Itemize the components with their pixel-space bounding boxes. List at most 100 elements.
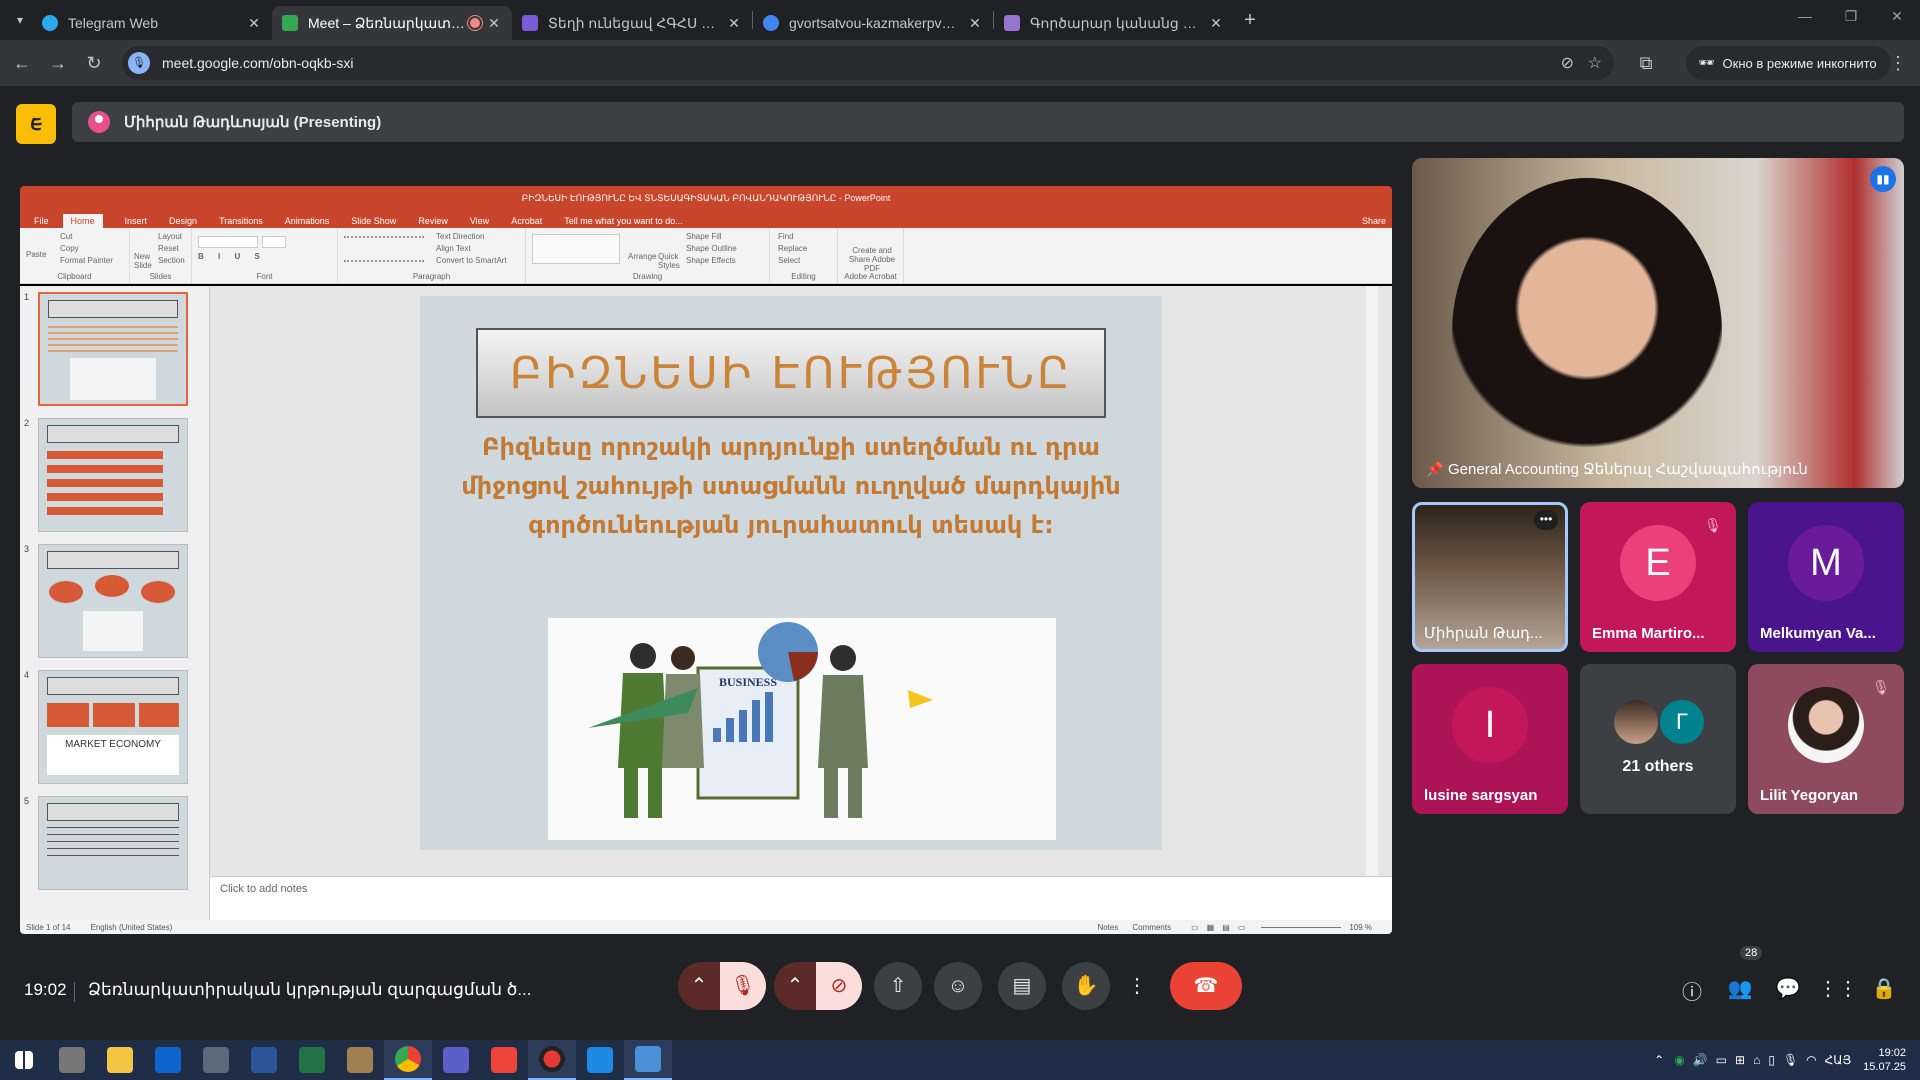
activities-icon[interactable]: ⋮⋮ — [1818, 976, 1858, 1001]
more-options-icon[interactable]: ••• — [1534, 510, 1558, 530]
taskbar-app[interactable] — [96, 1040, 144, 1080]
wifi-icon[interactable]: ◠ — [1806, 1053, 1816, 1067]
paragraph-align-buttons[interactable] — [344, 236, 424, 262]
tray-app-icon[interactable]: ⊞ — [1735, 1053, 1745, 1067]
new-slide-button[interactable]: New Slide — [134, 252, 154, 270]
pp-menu-animations[interactable]: Animations — [285, 216, 330, 226]
shapes-gallery[interactable] — [532, 234, 620, 264]
taskbar-app[interactable] — [192, 1040, 240, 1080]
pp-menu-view[interactable]: View — [470, 216, 489, 226]
zoom-slider[interactable] — [1261, 926, 1342, 928]
eye-off-icon[interactable]: ⊘ — [1561, 53, 1574, 73]
slide-thumbnail[interactable] — [38, 544, 188, 658]
pp-share-button[interactable]: Share — [1362, 216, 1386, 226]
tab-article[interactable]: Տեղի ունեցավ ՀԳՀՍ Խորհրդ ✕ — [512, 6, 752, 40]
close-tab-icon[interactable]: ✕ — [246, 15, 262, 32]
tab-docs[interactable]: gvortsatvou-kazmakerpvouthy ✕ — [753, 6, 993, 40]
zoom-level[interactable]: 109 % — [1349, 923, 1372, 932]
notes-toggle[interactable]: Notes — [1097, 923, 1118, 932]
quick-styles-button[interactable]: Quick Styles — [658, 252, 680, 270]
captions-button[interactable]: ▤ — [998, 962, 1046, 1010]
language-indicator[interactable]: ՀԱՅ — [1825, 1053, 1852, 1067]
incognito-indicator[interactable]: 🕶 Окно в режиме инкогнито — [1686, 46, 1891, 80]
close-tab-icon[interactable]: ✕ — [1208, 15, 1224, 32]
arrange-button[interactable]: Arrange — [628, 252, 656, 261]
copy-button[interactable]: Copy — [60, 244, 79, 253]
pp-menu-home[interactable]: Home — [62, 214, 103, 228]
taskbar-app[interactable] — [384, 1040, 432, 1080]
battery-icon[interactable]: ▯ — [1768, 1053, 1775, 1067]
pp-menu-slideshow[interactable]: Slide Show — [351, 216, 396, 226]
participant-tile[interactable]: I lusine sargsyan — [1412, 664, 1568, 814]
font-size-box[interactable] — [262, 236, 286, 248]
pp-tell-me[interactable]: Tell me what you want to do... — [564, 216, 683, 226]
notes-pane[interactable]: Click to add notes — [210, 876, 1392, 920]
people-icon[interactable]: 👥 — [1722, 976, 1758, 1001]
taskbar-app[interactable] — [480, 1040, 528, 1080]
pp-menu-insert[interactable]: Insert — [125, 216, 148, 226]
video-options-button[interactable]: ⌃ — [774, 962, 816, 1010]
new-tab-button[interactable]: + — [1234, 9, 1266, 32]
section-button[interactable]: Section — [158, 256, 185, 265]
others-tile[interactable]: Г 21 others — [1580, 664, 1736, 814]
mic-tray-icon[interactable]: 🎙 — [1783, 1053, 1798, 1067]
tray-overflow-icon[interactable]: ⌃ — [1654, 1053, 1664, 1067]
text-direction-button[interactable]: Text Direction — [436, 232, 484, 241]
tray-app-icon[interactable]: ◉ — [1674, 1053, 1684, 1067]
slide-edit-area[interactable]: ԲԻԶՆԵՍԻ ԷՈՒԹՅՈՒՆԸ Բիզնեսը որոշակի արդյու… — [220, 286, 1378, 892]
close-window-icon[interactable]: ✕ — [1874, 8, 1920, 25]
tab-meet[interactable]: Meet – Ձեռնարկատիրակ ✕ — [272, 6, 512, 40]
shape-effects-button[interactable]: Shape Effects — [686, 256, 736, 265]
network-icon[interactable]: ▭ — [1716, 1053, 1727, 1067]
pinned-participant-tile[interactable]: ▮▮ 📌 General Accounting Ջեներալ Հաշվապահ… — [1412, 158, 1904, 488]
bookmark-star-icon[interactable]: ☆ — [1588, 53, 1602, 73]
format-painter-button[interactable]: Format Painter — [60, 256, 113, 265]
host-controls-icon[interactable]: 🔒 — [1866, 976, 1902, 1001]
slide-thumbnail[interactable] — [38, 418, 188, 532]
meet-logo-icon[interactable]: ᰀ — [16, 104, 56, 144]
participant-tile[interactable]: 🎙 E Emma Martiro... — [1580, 502, 1736, 652]
taskbar-app[interactable] — [48, 1040, 96, 1080]
mic-off-button[interactable]: 🎙 — [720, 962, 766, 1010]
taskbar-app[interactable] — [144, 1040, 192, 1080]
taskbar-app[interactable] — [336, 1040, 384, 1080]
taskbar-app[interactable] — [528, 1040, 576, 1080]
shape-outline-button[interactable]: Shape Outline — [686, 244, 737, 253]
menu-dots-icon[interactable]: ⋮ — [1880, 53, 1916, 74]
tab-telegram[interactable]: Telegram Web ✕ — [32, 6, 272, 40]
cut-button[interactable]: Cut — [60, 232, 72, 241]
pp-menu-acrobat[interactable]: Acrobat — [511, 216, 542, 226]
pp-menu-design[interactable]: Design — [169, 216, 197, 226]
tab-club[interactable]: Գործարար կանանց ակումբ ✕ — [994, 6, 1234, 40]
language-status[interactable]: English (United States) — [90, 923, 172, 932]
find-button[interactable]: Find — [778, 232, 794, 241]
restore-icon[interactable]: ❐ — [1828, 8, 1874, 25]
pp-menu-file[interactable]: File — [34, 216, 49, 226]
minimize-icon[interactable]: — — [1782, 8, 1828, 25]
address-field[interactable]: 🎙 meet.google.com/obn-oqkb-sxi ⊘ ☆ — [122, 46, 1614, 80]
close-tab-icon[interactable]: ✕ — [967, 15, 983, 32]
comments-toggle[interactable]: Comments — [1132, 923, 1171, 932]
present-screen-button[interactable]: ⇧ — [874, 962, 922, 1010]
slide-thumbnail[interactable] — [38, 292, 188, 406]
font-name-box[interactable] — [198, 236, 258, 248]
audio-options-button[interactable]: ⌃ — [678, 962, 720, 1010]
site-info-icon[interactable]: 🎙 — [128, 52, 150, 74]
slide-thumbnail[interactable] — [38, 796, 188, 890]
meeting-info-icon[interactable]: ⓘ — [1674, 976, 1710, 1005]
pp-menu-transitions[interactable]: Transitions — [219, 216, 263, 226]
participant-tile[interactable]: M Melkumyan Va... — [1748, 502, 1904, 652]
close-tab-icon[interactable]: ✕ — [726, 15, 742, 32]
replace-button[interactable]: Replace — [778, 244, 807, 253]
taskbar-app[interactable] — [432, 1040, 480, 1080]
slide-thumbnail[interactable]: MARKET ECONOMY — [38, 670, 188, 784]
paste-button[interactable]: Paste — [26, 250, 46, 259]
convert-smartart-button[interactable]: Convert to SmartArt — [436, 256, 507, 265]
current-slide[interactable]: ԲԻԶՆԵՍԻ ԷՈՒԹՅՈՒՆԸ Բիզնեսը որոշակի արդյու… — [420, 296, 1162, 850]
back-icon[interactable]: ← — [4, 53, 40, 74]
taskbar-app[interactable] — [240, 1040, 288, 1080]
taskbar-app[interactable] — [288, 1040, 336, 1080]
chat-icon[interactable]: 💬 — [1770, 976, 1806, 1001]
start-button[interactable] — [0, 1040, 48, 1080]
volume-icon[interactable]: 🔊 — [1693, 1053, 1708, 1067]
